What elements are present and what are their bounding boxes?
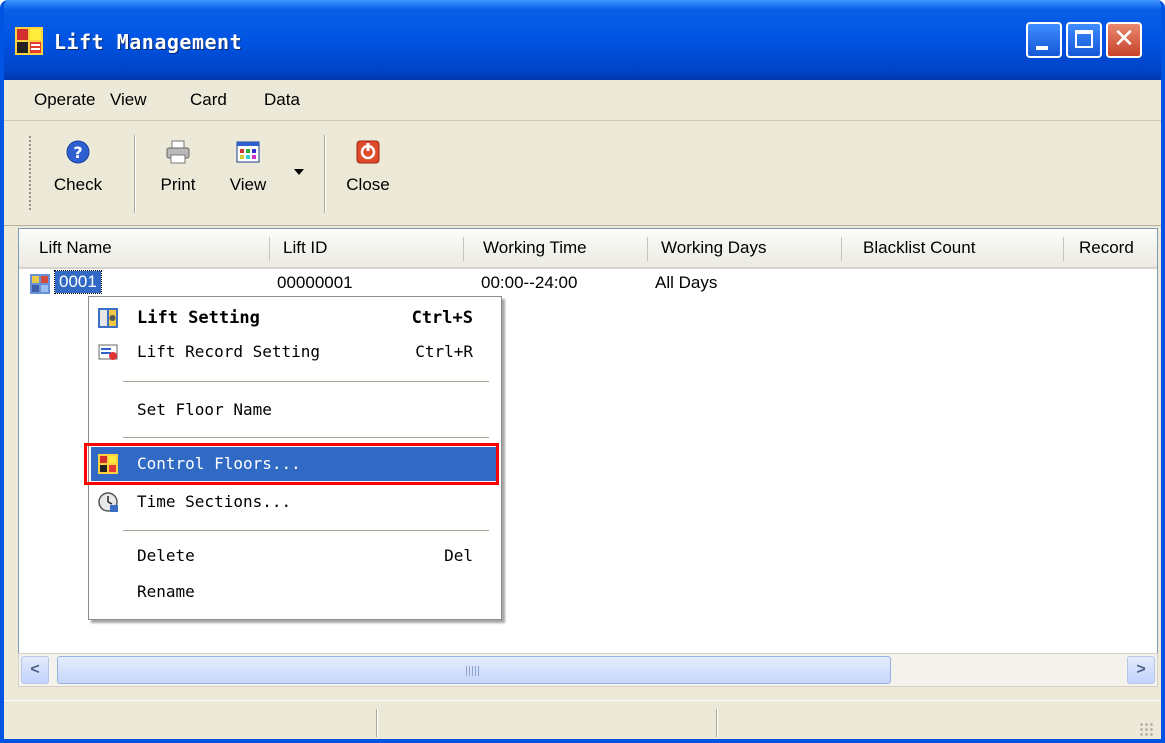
check-label: Check <box>53 175 103 194</box>
menu-item-label: Rename <box>137 582 195 601</box>
status-panel-divider <box>716 709 718 737</box>
menu-separator <box>123 381 489 383</box>
time-sections-icon <box>98 492 118 512</box>
status-panel-divider <box>376 709 378 737</box>
menu-item-set-floor-name[interactable]: Set Floor Name <box>91 393 497 427</box>
toolbar-separator <box>134 135 136 213</box>
list-header: Lift Name Lift ID Working Time Working D… <box>19 229 1157 269</box>
print-button[interactable]: Print <box>148 139 208 209</box>
menu-item-lift-setting[interactable]: Lift Setting Ctrl+S <box>91 301 497 335</box>
close-button[interactable]: Close <box>338 139 398 209</box>
column-divider[interactable] <box>1063 237 1064 261</box>
minimize-icon <box>1036 46 1048 50</box>
lift-name-cell[interactable]: 0001 <box>54 270 102 294</box>
resize-grip-icon[interactable] <box>1139 722 1155 738</box>
power-icon <box>356 140 380 164</box>
highlight-box <box>84 443 499 485</box>
menu-data[interactable]: Data <box>264 90 300 110</box>
view-button[interactable]: View <box>218 139 278 209</box>
menu-operate[interactable]: Operate <box>34 90 95 110</box>
column-header-lift-id[interactable]: Lift ID <box>273 229 463 267</box>
shortcut-label: Del <box>444 546 473 565</box>
menu-view[interactable]: View <box>110 90 147 110</box>
horizontal-scrollbar[interactable]: < > <box>18 653 1158 687</box>
menu-item-label: Time Sections... <box>137 492 292 511</box>
column-header-lift-name[interactable]: Lift Name <box>29 229 273 267</box>
menu-item-rename[interactable]: Rename <box>91 575 497 609</box>
chevron-right-icon: > <box>1136 661 1146 678</box>
menu-item-label: Set Floor Name <box>137 400 272 419</box>
menu-separator <box>123 437 489 439</box>
help-icon: ? <box>66 140 90 164</box>
chevron-left-icon: < <box>30 661 40 678</box>
column-header-working-days[interactable]: Working Days <box>651 229 841 267</box>
toolbar-separator <box>324 135 326 213</box>
column-divider[interactable] <box>463 237 464 261</box>
close-icon: ✕ <box>1113 24 1135 54</box>
column-divider[interactable] <box>647 237 648 261</box>
lift-row-icon <box>30 274 50 294</box>
column-header-record[interactable]: Record <box>1069 229 1159 267</box>
maximize-icon <box>1075 30 1093 48</box>
menu-item-time-sections[interactable]: Time Sections... <box>91 485 497 519</box>
lift-app-icon <box>15 27 43 55</box>
lift-setting-icon <box>98 308 118 328</box>
status-bar <box>4 700 1161 739</box>
shortcut-label: Ctrl+R <box>415 342 473 361</box>
shortcut-label: Ctrl+S <box>411 308 473 328</box>
menu-item-label: Lift Setting <box>137 308 260 328</box>
scroll-right-button[interactable]: > <box>1127 656 1155 684</box>
close-label: Close <box>346 175 390 194</box>
column-divider[interactable] <box>841 237 842 261</box>
maximize-button[interactable] <box>1066 22 1102 58</box>
scroll-thumb[interactable] <box>57 656 891 684</box>
column-header-working-time[interactable]: Working Time <box>473 229 643 267</box>
working-days-cell: All Days <box>655 273 718 292</box>
toolbar-grip[interactable] <box>28 135 32 211</box>
scroll-left-button[interactable]: < <box>21 656 49 684</box>
toolbar: ? Check Print View Close <box>4 121 1161 226</box>
printer-icon <box>166 140 190 164</box>
lift-id-cell: 00000001 <box>277 273 353 292</box>
menu-item-label: Lift Record Setting <box>137 342 321 361</box>
record-setting-icon <box>98 344 118 360</box>
column-header-blacklist-count[interactable]: Blacklist Count <box>853 229 1063 267</box>
minimize-button[interactable] <box>1026 22 1062 58</box>
close-window-button[interactable]: ✕ <box>1106 22 1142 58</box>
menu-item-delete[interactable]: Delete Del <box>91 539 497 573</box>
view-label: View <box>229 175 267 194</box>
column-divider[interactable] <box>269 237 270 261</box>
menu-card[interactable]: Card <box>190 90 227 110</box>
table-row[interactable]: 0001 00000001 00:00--24:00 All Days <box>19 270 1157 295</box>
menu-bar: Operate View Card Data <box>4 80 1161 121</box>
menu-item-lift-record-setting[interactable]: Lift Record Setting Ctrl+R <box>91 335 497 369</box>
menu-separator <box>123 530 489 532</box>
title-bar[interactable]: Lift Management ✕ <box>4 0 1161 80</box>
scroll-thumb-grip-icon <box>466 666 480 676</box>
svg-text:?: ? <box>73 143 82 162</box>
print-label: Print <box>160 175 196 194</box>
view-dropdown-arrow-icon[interactable] <box>294 169 304 175</box>
menu-item-label: Delete <box>137 546 195 565</box>
window-title: Lift Management <box>54 30 243 54</box>
working-time-cell: 00:00--24:00 <box>481 273 578 292</box>
view-grid-icon <box>236 141 260 163</box>
check-button[interactable]: ? Check <box>48 139 108 209</box>
